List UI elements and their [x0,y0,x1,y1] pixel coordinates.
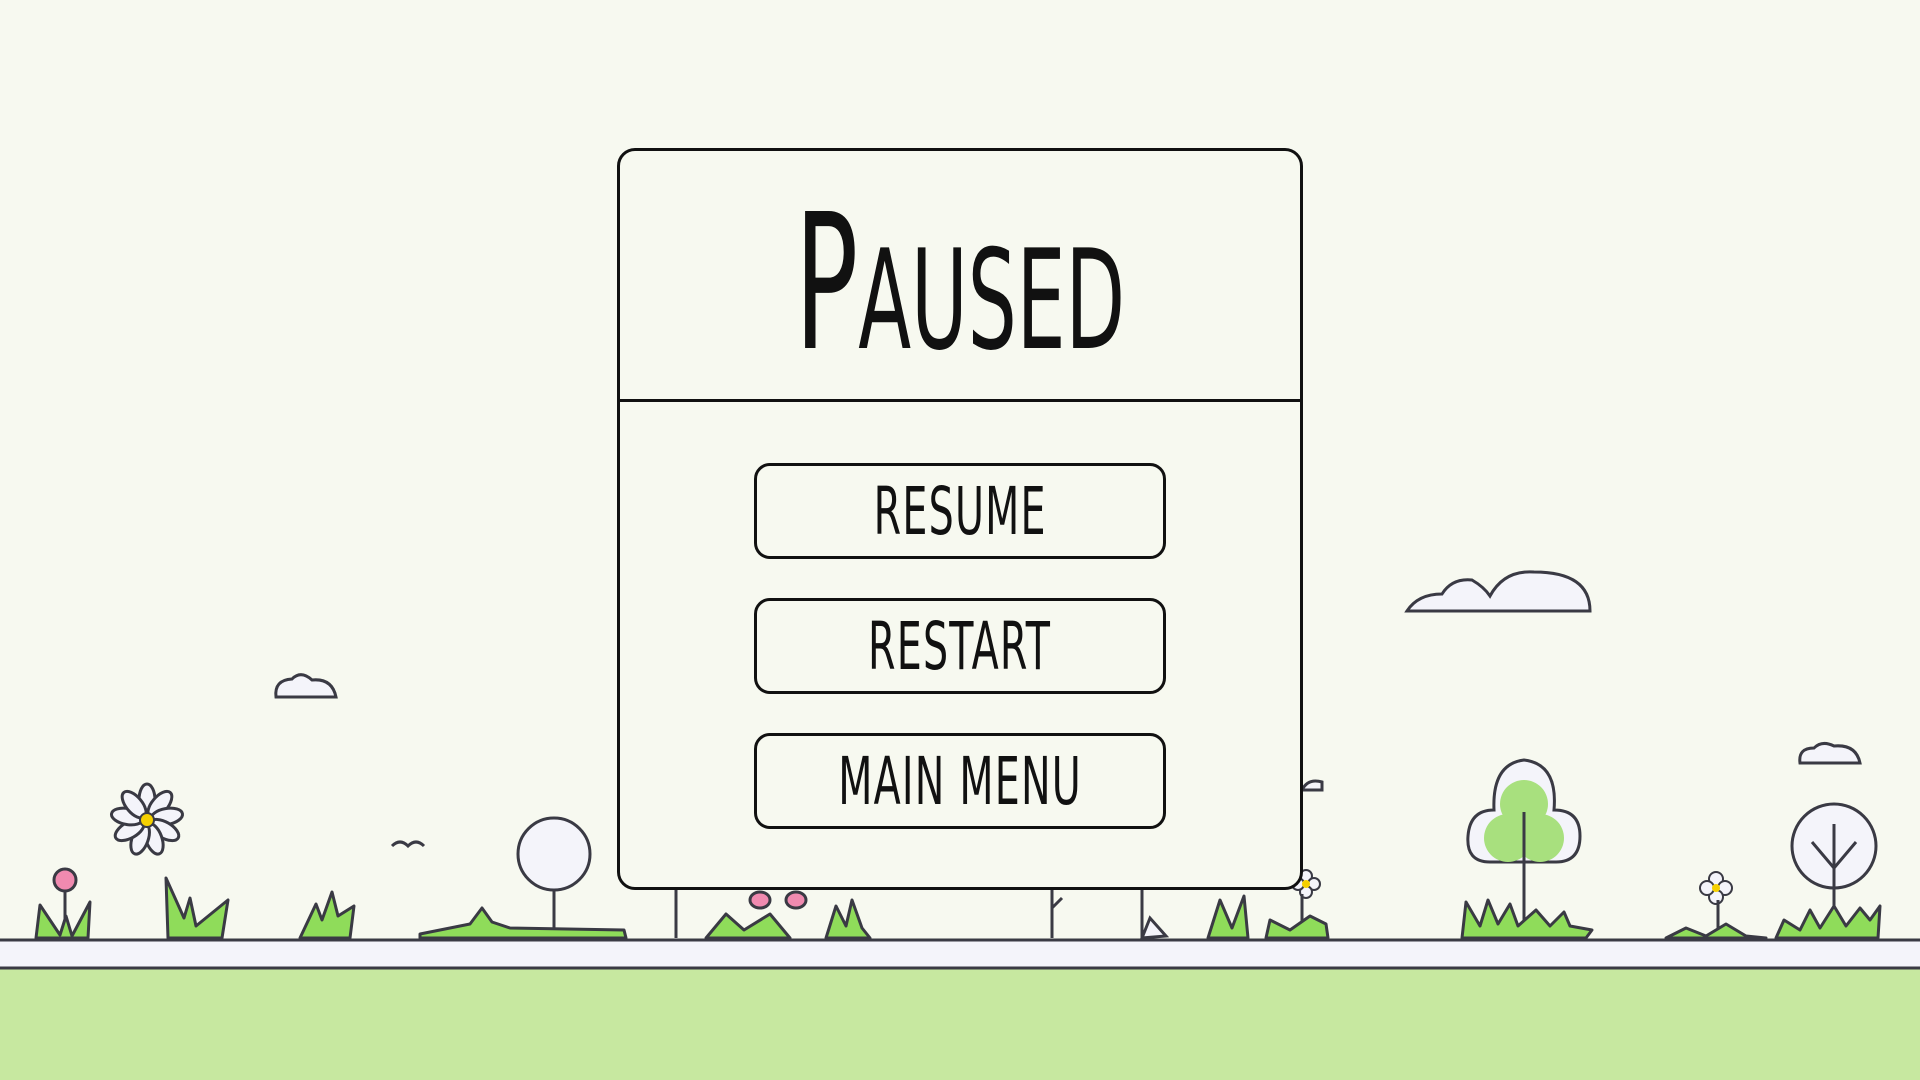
grass-icon [298,890,356,940]
cloud-icon [1798,741,1862,765]
grass-icon [1139,915,1170,940]
flower-icon [1664,871,1768,940]
cloud-icon [1299,779,1324,792]
cloud-icon [1404,570,1592,613]
flower-icon [34,867,92,940]
tree-icon [418,816,628,940]
pause-title-rest: AUSED [858,220,1126,381]
bird-icon [390,840,426,849]
grass-icon [824,898,872,940]
restart-button-label: RESTART [868,607,1052,685]
main-menu-button[interactable]: MAIN MENU [754,733,1166,829]
daisy-icon [109,782,185,856]
pause-title-initial: P [794,174,859,393]
ground-line [0,938,1920,970]
pause-dialog: PAUSED RESUME RESTART MAIN MENU [617,148,1303,890]
grass-icon [164,876,230,940]
grass-icon [1264,914,1330,940]
pause-title: PAUSED [795,190,1125,378]
resume-button-label: RESUME [873,472,1047,550]
cloud-icon [274,673,338,699]
tree-icon [1774,802,1882,940]
grass-icon [1206,894,1250,940]
ground-band [0,968,1920,1080]
pause-header: PAUSED [620,151,1300,402]
flower-icon [704,890,808,940]
bush-tree-icon [1460,758,1594,940]
restart-button[interactable]: RESTART [754,598,1166,694]
main-menu-button-label: MAIN MENU [838,742,1082,820]
resume-button[interactable]: RESUME [754,463,1166,559]
